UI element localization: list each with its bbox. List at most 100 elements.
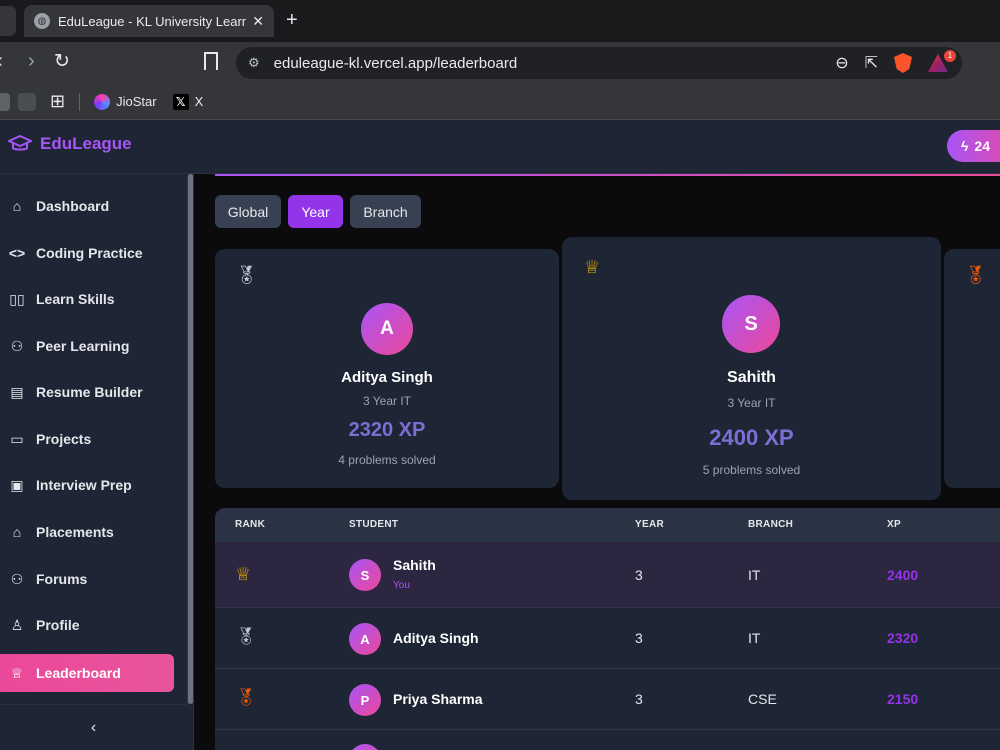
- site-settings-icon[interactable]: ⚙: [248, 55, 260, 71]
- bookmark-icon[interactable]: [204, 52, 218, 70]
- new-tab-button[interactable]: +: [286, 9, 298, 32]
- sidebar-item-placements[interactable]: ⌂ Placements: [0, 513, 174, 551]
- forward-icon[interactable]: ›: [28, 50, 35, 73]
- sidebar-item-interview-prep[interactable]: ▣ Interview Prep: [0, 466, 174, 504]
- chevron-left-icon: ‹: [90, 718, 97, 736]
- avatar: [349, 744, 381, 750]
- student-year: 3: [635, 691, 643, 707]
- apps-grid-icon[interactable]: ⊞: [50, 91, 65, 112]
- app-root: EduLeague ϟ 24 ⌂ Dashboard <> Coding Pra…: [0, 120, 1000, 750]
- sidebar: ⌂ Dashboard <> Coding Practice ▯▯ Learn …: [0, 174, 194, 750]
- globe-icon: ◍: [34, 13, 50, 29]
- lightning-icon: ϟ: [961, 138, 969, 154]
- trophy-icon: ♕: [584, 257, 601, 277]
- bookmark-jiostar[interactable]: JioStar: [94, 93, 157, 110]
- header-student: STUDENT: [349, 519, 399, 530]
- x-logo-icon: 𝕏: [172, 93, 189, 110]
- table-row[interactable]: 🏅︎ P Priya Sharma 3 CSE 2150: [215, 669, 1000, 730]
- podium-solved: 5 problems solved: [702, 463, 801, 477]
- avatar: S: [349, 559, 381, 591]
- student-branch: CSE: [748, 691, 777, 707]
- avatar: A: [349, 623, 381, 655]
- filter-year-button[interactable]: Year: [288, 195, 343, 228]
- filter-branch-button[interactable]: Branch: [350, 195, 421, 228]
- app-header: EduLeague ϟ 24: [0, 120, 1000, 174]
- podium-xp: 2400 XP: [709, 425, 794, 450]
- sidebar-item-forums[interactable]: ⚇ Forums: [0, 560, 174, 598]
- tab-title: EduLeague - KL University Learni: [58, 13, 247, 29]
- sidebar-item-peer-learning[interactable]: ⚇ Peer Learning: [0, 327, 174, 365]
- back-icon[interactable]: ‹: [0, 50, 3, 73]
- sidebar-item-projects[interactable]: ▭ Projects: [0, 420, 174, 458]
- brand-name: EduLeague: [40, 134, 132, 153]
- folder-icon: ▭: [10, 430, 24, 447]
- graduation-cap-icon: ⌂: [12, 524, 22, 540]
- trophy-icon: ♕: [10, 664, 24, 681]
- main-content: Global Year Branch 🏅︎ A Aditya Singh 3 Y…: [195, 174, 1000, 750]
- table-row[interactable]: ♕ S Sahith You 3 IT 2400: [215, 542, 1000, 608]
- graduation-cap-icon: [8, 135, 32, 151]
- podium-meta: 3 Year IT: [362, 394, 412, 408]
- sidebar-item-leaderboard[interactable]: ♕ Leaderboard: [0, 654, 174, 692]
- sidebar-item-coding-practice[interactable]: <> Coding Practice: [0, 234, 174, 272]
- sidebar-item-learn-skills[interactable]: ▯▯ Learn Skills: [0, 280, 174, 318]
- bookmark-folder-icon[interactable]: [18, 92, 36, 111]
- silver-medal-icon: 🏅︎: [235, 265, 258, 285]
- student-branch: IT: [748, 567, 761, 583]
- header-year: YEAR: [635, 519, 664, 530]
- bronze-medal-icon: 🏅︎: [964, 265, 987, 285]
- bronze-medal-icon: 🏅︎: [235, 688, 257, 707]
- header-accent-line: [215, 174, 1000, 176]
- share-icon[interactable]: ⇱: [865, 53, 878, 73]
- users-icon: ⚇: [10, 570, 24, 587]
- you-tag: You: [393, 580, 410, 591]
- sidebar-item-dashboard[interactable]: ⌂ Dashboard: [0, 187, 174, 225]
- student-year: 3: [635, 567, 643, 583]
- table-row[interactable]: [215, 730, 1000, 750]
- previous-tab[interactable]: [0, 6, 16, 36]
- student-name: Aditya Singh: [393, 630, 479, 646]
- close-icon[interactable]: ✕: [252, 13, 264, 30]
- filter-global-button[interactable]: Global: [215, 195, 281, 228]
- header-xp: XP: [887, 519, 901, 530]
- sidebar-item-resume-builder[interactable]: ▤ Resume Builder: [0, 373, 174, 411]
- bookmark-x[interactable]: 𝕏 X: [172, 93, 203, 110]
- student-xp: 2150: [887, 691, 919, 707]
- notification-badge: 1: [944, 50, 956, 62]
- trophy-icon: ♕: [235, 564, 252, 584]
- jiostar-icon: [94, 93, 111, 110]
- sidebar-scrollbar-thumb[interactable]: [188, 174, 193, 704]
- url-text[interactable]: eduleague-kl.vercel.app/leaderboard: [274, 55, 518, 72]
- reload-icon[interactable]: ↻: [54, 50, 70, 73]
- zoom-icon[interactable]: ⊖: [835, 53, 848, 73]
- student-year: 3: [635, 630, 643, 646]
- header-rank: RANK: [235, 519, 266, 530]
- podium-meta: 3 Year IT: [727, 396, 776, 410]
- podium-solved: 4 problems solved: [338, 453, 436, 467]
- user-icon: ♙: [10, 616, 24, 633]
- bookmarks-bar: ⊞ JioStar 𝕏 X: [0, 84, 1000, 120]
- podium-name: Sahith: [727, 369, 776, 386]
- brand-logo[interactable]: EduLeague: [8, 134, 132, 154]
- table-header: RANK STUDENT YEAR BRANCH XP: [215, 508, 1000, 542]
- collapse-sidebar-button[interactable]: ‹: [0, 704, 187, 750]
- bookmark-folder-icon[interactable]: [0, 92, 10, 111]
- student-name: Priya Sharma: [393, 691, 483, 707]
- address-bar-actions: ⊖ ⇱: [835, 53, 948, 73]
- podium-card-first[interactable]: ♕ S Sahith 3 Year IT 2400 XP 5 problems …: [562, 237, 941, 500]
- active-tab[interactable]: ◍ EduLeague - KL University Learni ✕: [24, 5, 274, 37]
- tab-strip: ◍ EduLeague - KL University Learni ✕ +: [0, 0, 1000, 42]
- book-icon: ▯▯: [9, 290, 25, 307]
- table-row[interactable]: 🏅︎ A Aditya Singh 3 IT 2320: [215, 608, 1000, 669]
- avatar: P: [349, 684, 381, 716]
- podium-card-third[interactable]: 🏅︎: [944, 249, 1000, 488]
- home-icon: ⌂: [12, 198, 22, 214]
- brave-shield-icon[interactable]: [894, 53, 912, 73]
- podium-card-second[interactable]: 🏅︎ A Aditya Singh 3 Year IT 2320 XP 4 pr…: [215, 249, 559, 488]
- users-icon: ⚇: [10, 337, 24, 354]
- podium-xp: 2320 XP: [348, 419, 426, 441]
- xp-badge[interactable]: ϟ 24: [947, 130, 1000, 162]
- student-name: Sahith: [393, 557, 436, 573]
- avatar: S: [722, 295, 780, 353]
- sidebar-item-profile[interactable]: ♙ Profile: [0, 606, 174, 644]
